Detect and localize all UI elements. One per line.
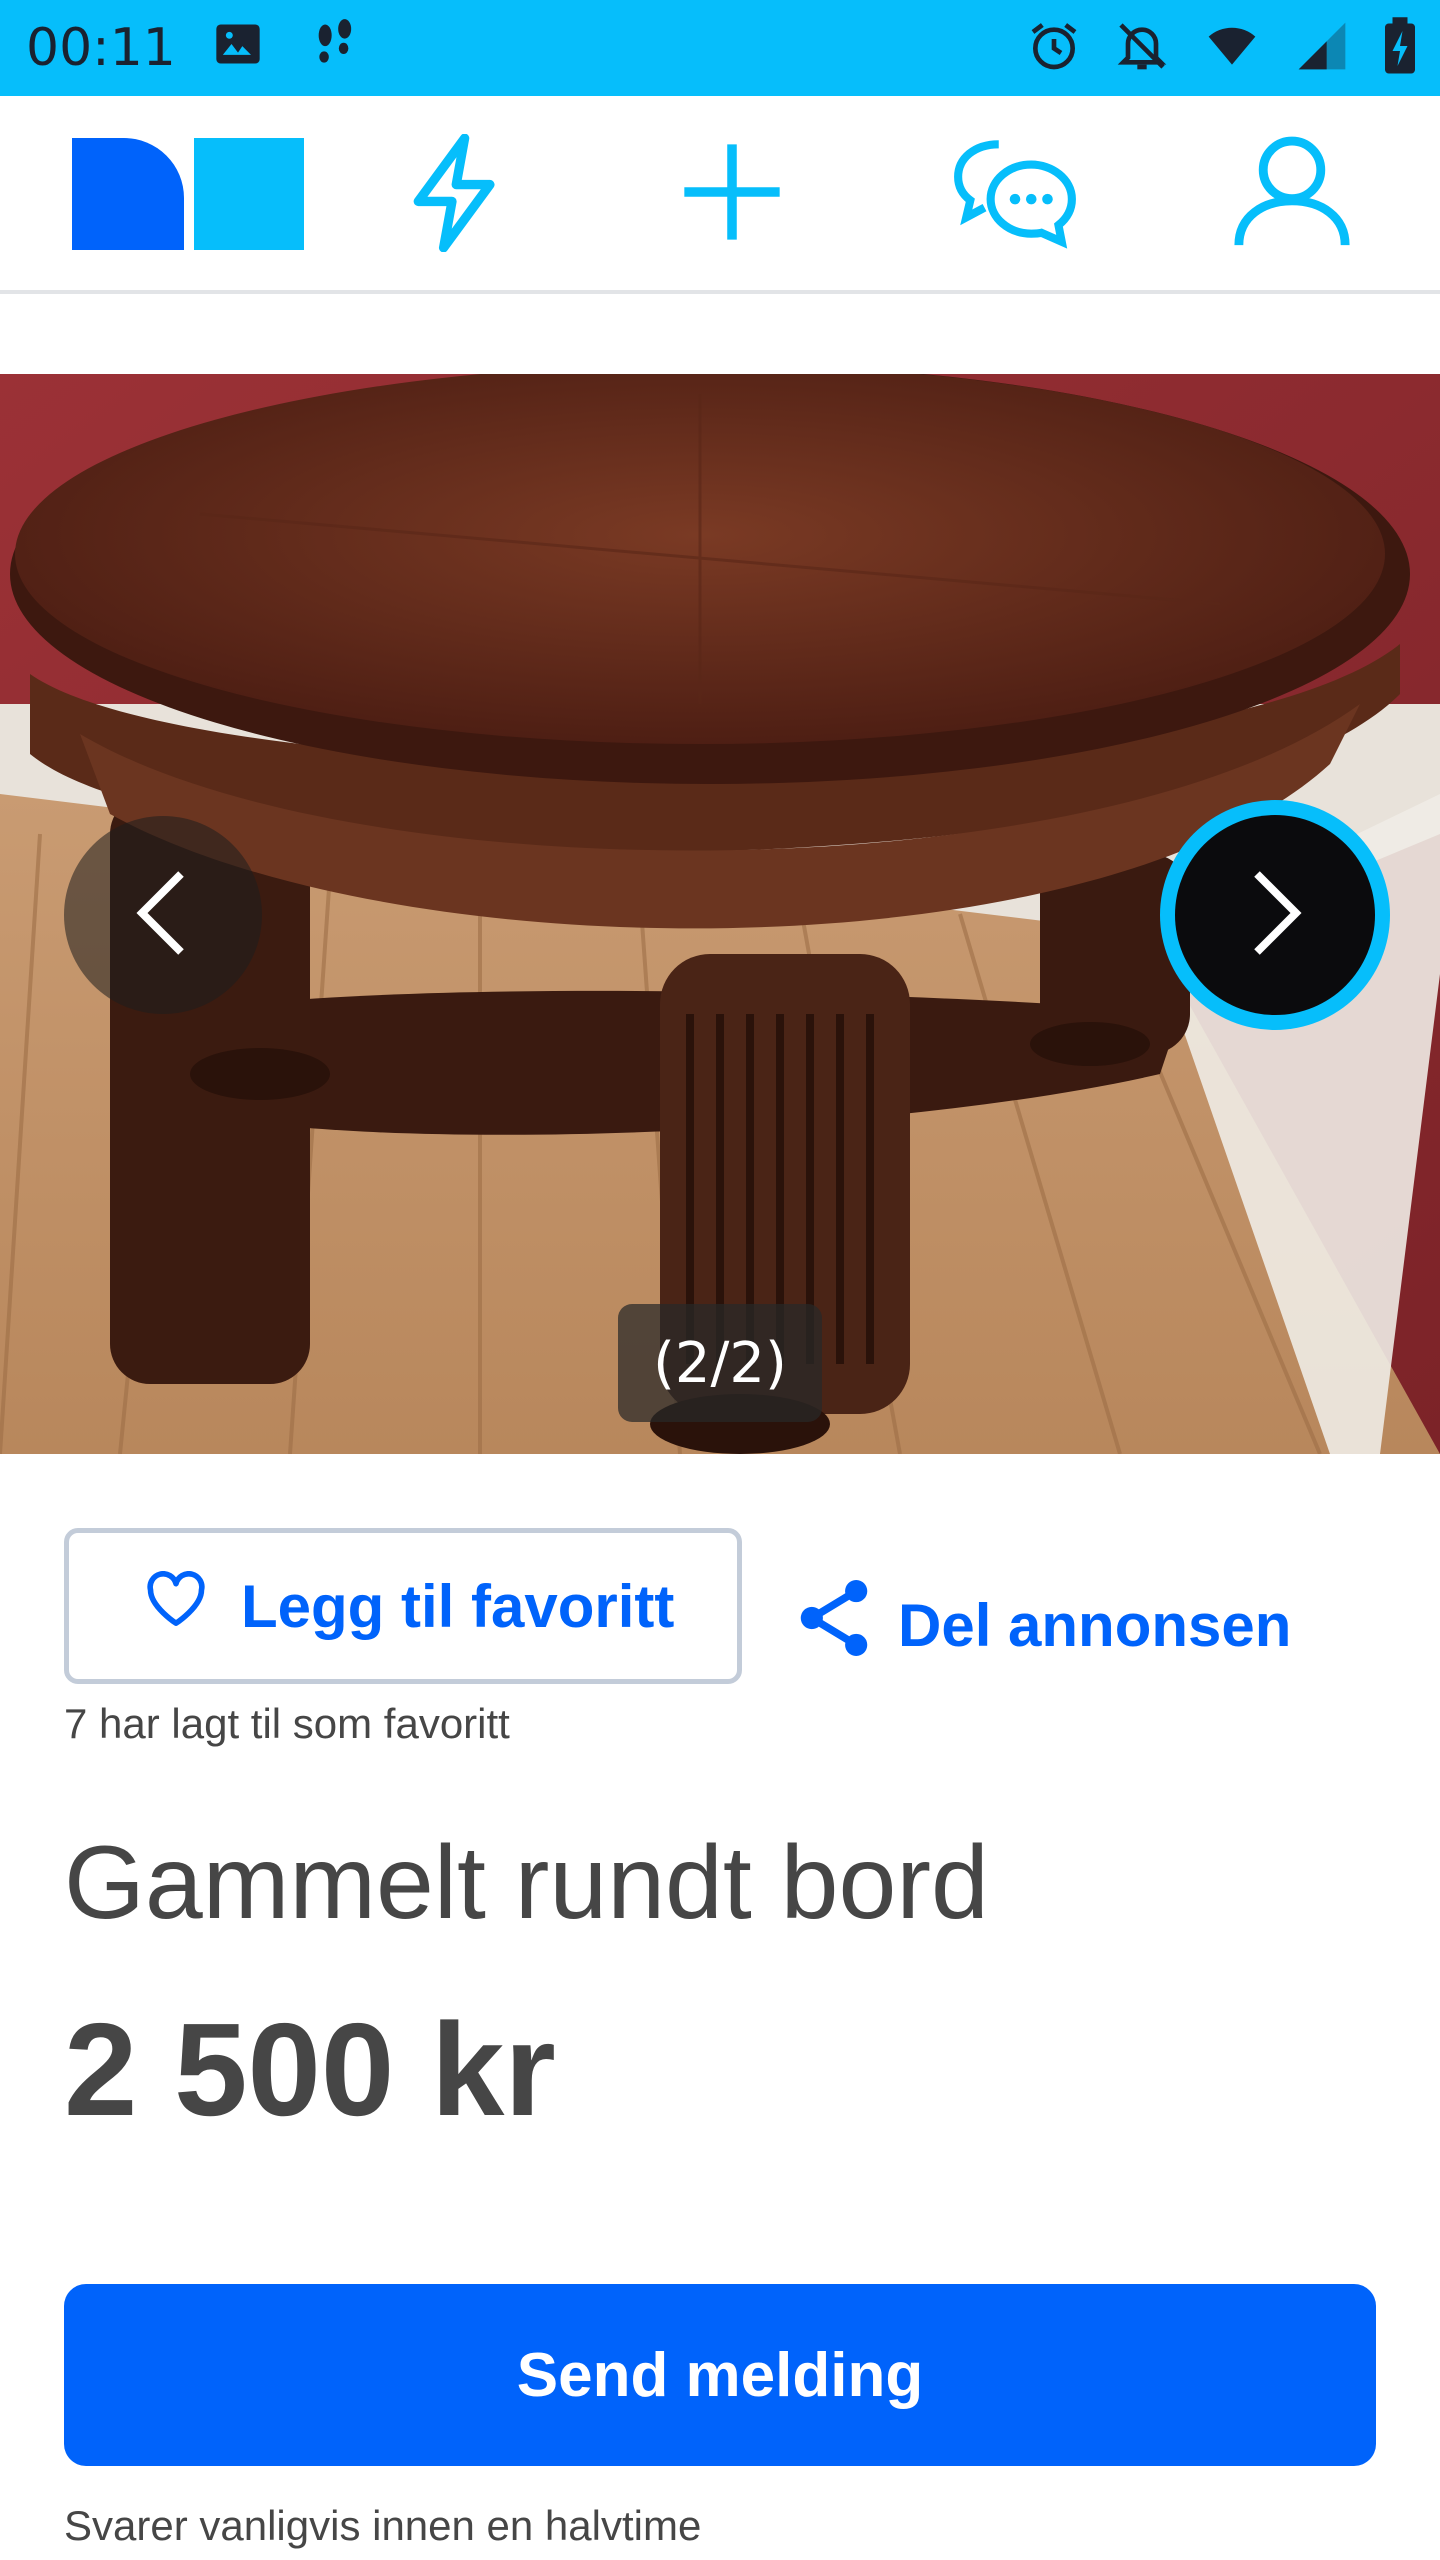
footsteps-icon [310,18,362,70]
notifications-off-icon [1114,18,1170,74]
next-image-button[interactable] [1160,800,1390,1030]
response-time-note: Svarer vanligvis innen en halvtime [64,2502,702,2549]
chevron-right-icon [1245,868,1305,963]
signal-icon [1294,18,1350,74]
favorite-count: 7 har lagt til som favoritt [64,1700,510,1747]
add-favorite-button[interactable]: Legg til favoritt [64,1528,742,1684]
heart-icon [145,1571,207,1641]
image-icon [212,18,264,70]
status-bar: 00:11 [0,0,1440,96]
share-listing-button[interactable]: Del annonsen [796,1576,1291,1674]
send-message-button[interactable]: Send melding [64,2284,1376,2466]
lightning-icon[interactable] [400,133,504,257]
next-image-button-inner [1175,815,1375,1015]
home-logo[interactable] [72,138,304,255]
share-icon [796,1576,872,1674]
image-gallery[interactable]: (2/2) [0,374,1440,1454]
image-counter: (2/2) [618,1304,822,1422]
previous-image-button[interactable] [64,816,262,1014]
messages-icon[interactable] [950,136,1080,255]
alarm-icon [1026,18,1082,74]
profile-icon[interactable] [1230,134,1354,255]
share-listing-label: Del annonsen [898,1591,1292,1659]
add-favorite-label: Legg til favoritt [241,1572,675,1640]
wifi-icon [1202,18,1262,74]
status-time: 00:11 [26,18,176,78]
chevron-left-icon [133,868,193,963]
listing-price: 2 500 kr [64,1996,556,2143]
top-nav [0,96,1440,294]
plus-icon[interactable] [680,140,784,249]
listing-title: Gammelt rundt bord [64,1825,989,1941]
battery-charging-icon [1382,16,1418,76]
